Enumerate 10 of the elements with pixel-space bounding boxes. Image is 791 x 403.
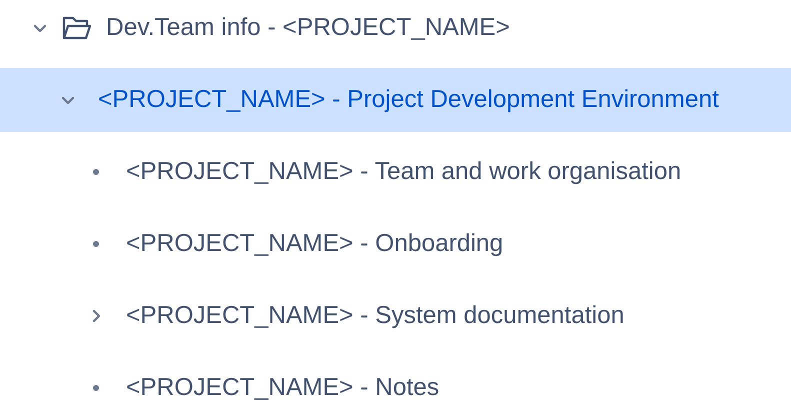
tree-item[interactable]: <PROJECT_NAME> - Onboarding (0, 229, 791, 259)
bullet-icon (93, 169, 99, 175)
bullet-icon (93, 241, 99, 247)
tree-item[interactable]: <PROJECT_NAME> - Project Development Environment (0, 68, 791, 132)
tree-item[interactable]: <PROJECT_NAME> - Team and work organisation (0, 157, 791, 187)
tree-item[interactable]: <PROJECT_NAME> - Notes (0, 373, 791, 403)
tree-item[interactable]: <PROJECT_NAME> - System documentation (0, 301, 791, 331)
bullet-icon (93, 385, 99, 391)
tree-item[interactable]: Dev.Team info - <PROJECT_NAME> (0, 13, 791, 43)
open-folder-icon (62, 15, 92, 41)
